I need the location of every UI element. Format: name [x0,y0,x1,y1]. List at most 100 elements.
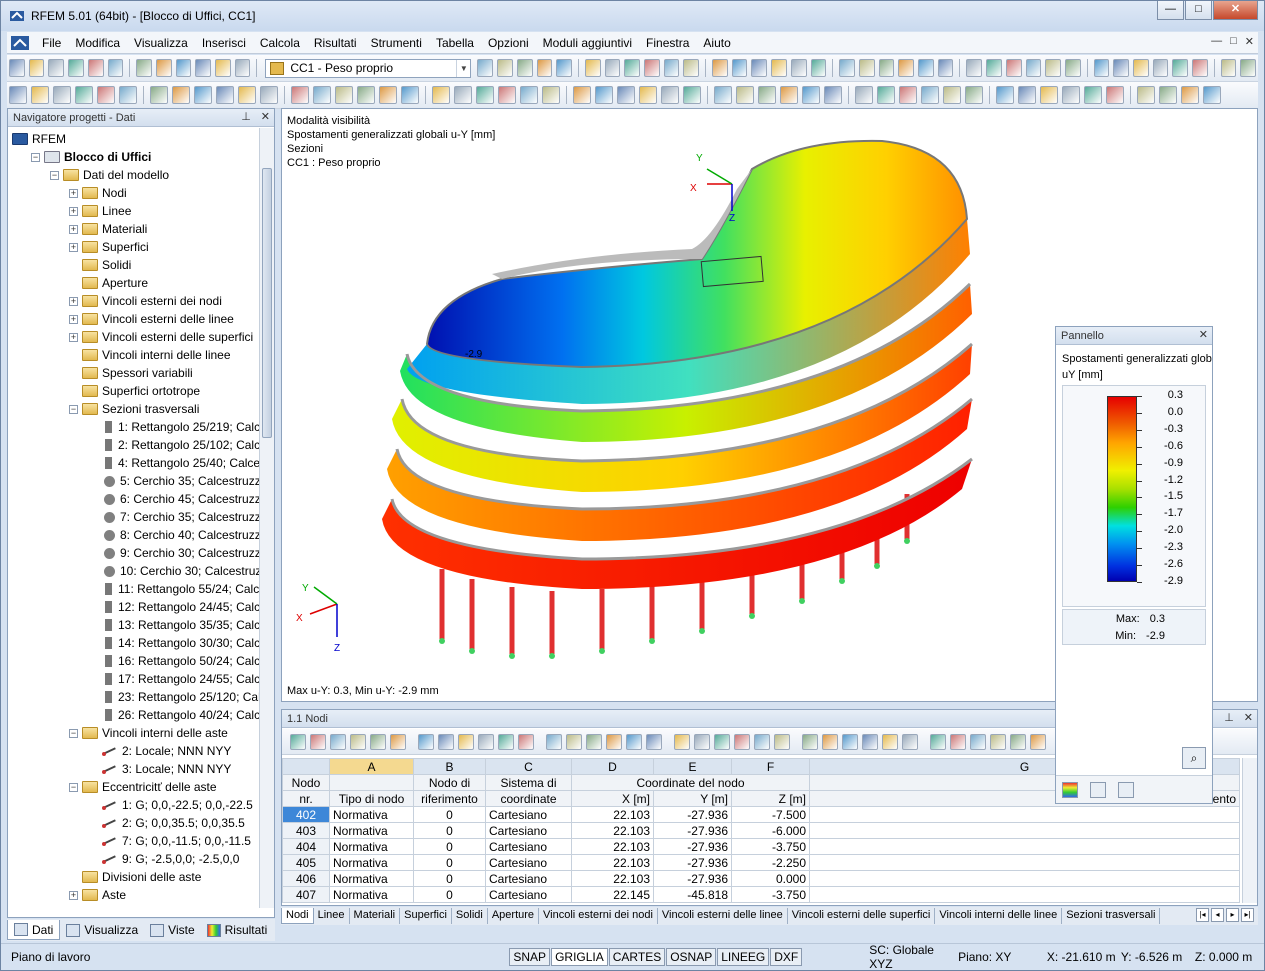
cell-comment[interactable] [809,806,1240,823]
table-tool-icon[interactable] [950,733,966,750]
tree-item[interactable]: 17: Rettangolo 24/55; Calce [88,670,260,688]
toolbar-tool-icon[interactable] [877,86,895,104]
table-tool-icon[interactable] [1030,733,1046,750]
tree-item[interactable]: Superfici ortotrope [69,382,200,400]
menu-inserisci[interactable]: Inserisci [195,36,253,50]
table-tool-icon[interactable] [822,733,838,750]
sheet-tab[interactable]: Vincoli interni delle linee [935,908,1063,924]
toolbar-tool-icon[interactable] [986,59,1002,77]
toolbar-tool-icon[interactable] [790,59,807,77]
table-tool-icon[interactable] [674,733,690,750]
row-number[interactable]: 404 [282,838,330,855]
toolbar-tool-icon[interactable] [1240,59,1257,77]
sheet-tab[interactable]: Sezioni trasversali [1062,908,1161,924]
table-row[interactable]: 403 Normativa 0 Cartesiano 22.103 -27.936 -6.0… [282,822,1240,839]
toolbar-tool-icon[interactable] [542,86,560,104]
factor-icon[interactable] [1118,781,1134,798]
expand-toggle-icon[interactable]: + [69,242,78,252]
toolbar-tool-icon[interactable] [1203,86,1221,104]
table-tool-icon[interactable] [458,733,474,750]
toolbar-tool-icon[interactable] [194,86,212,104]
toolbar-tool-icon[interactable] [498,86,516,104]
toolbar-tool-icon[interactable] [357,86,375,104]
tree-item[interactable]: 4: Rettangolo 25/40; Calces [88,454,260,472]
sheet-tab[interactable]: Solidi [452,908,488,924]
cell-z[interactable]: 0.000 [731,870,810,887]
color-scale-tab-icon[interactable] [1062,781,1078,798]
cell-y[interactable]: -45.818 [653,886,732,903]
table-tool-icon[interactable] [330,733,346,750]
toolbar-tool-icon[interactable] [335,86,353,104]
sheet-tab[interactable]: Linee [314,908,350,924]
cell-sys[interactable]: Cartesiano [485,822,572,839]
toolbar-tool-icon[interactable] [175,59,192,77]
cell-comment[interactable] [809,854,1240,871]
menu-moduli-aggiuntivi[interactable]: Moduli aggiuntivi [536,36,639,50]
toolbar-tool-icon[interactable] [1181,86,1199,104]
row-number[interactable]: 407 [282,886,330,903]
toolbar-tool-icon[interactable] [9,59,25,77]
table-row[interactable]: 405 Normativa 0 Cartesiano 22.103 -27.936 -2.2… [282,854,1240,871]
toolbar-tool-icon[interactable] [497,59,513,77]
expand-toggle-icon[interactable]: + [69,296,78,306]
table-scrollbar[interactable] [1242,758,1257,903]
toolbar-tool-icon[interactable] [604,59,621,77]
expand-toggle-icon[interactable]: + [69,890,78,900]
sheet-tab[interactable]: Vincoli esterni delle linee [658,908,788,924]
toolbar-tool-icon[interactable] [234,59,251,77]
load-case-select[interactable]: CC1 - Peso proprio ▼ [265,58,472,78]
toolbar-tool-icon[interactable] [215,59,231,77]
toolbar-tool-icon[interactable] [432,86,450,104]
toolbar-tool-icon[interactable] [855,86,873,104]
chevron-down-icon[interactable]: ▼ [456,59,470,77]
table-tool-icon[interactable] [902,733,918,750]
toolbar-tool-icon[interactable] [758,86,776,104]
cell-type[interactable]: Normativa [329,854,414,871]
tree-item[interactable]: − Eccentricitť delle aste [69,778,217,796]
table-row[interactable]: 402 Normativa 0 Cartesiano 22.103 -27.936 -7.5… [282,806,1240,823]
tree-item[interactable]: 6: Cerchio 45; Calcestruzzo [88,490,260,508]
rfem-menu-logo-icon[interactable] [11,35,29,50]
tree-item[interactable]: + Linee [69,202,131,220]
cell-z[interactable]: -3.750 [731,838,810,855]
cell-y[interactable]: -27.936 [653,838,732,855]
tree-item[interactable]: 2: G; 0,0,35.5; 0,0,35.5 [88,814,245,832]
cell-type[interactable]: Normativa [329,886,414,903]
toolbar-tool-icon[interactable] [736,86,754,104]
table-tool-icon[interactable] [882,733,898,750]
menu-calcola[interactable]: Calcola [253,36,307,50]
toolbar-tool-icon[interactable] [824,86,842,104]
tree-item[interactable]: 14: Rettangolo 30/30; Calce [88,634,260,652]
table-row[interactable]: 407 Normativa 0 Cartesiano 22.145 -45.818 -3.7… [282,886,1240,903]
toolbar-tool-icon[interactable] [965,86,983,104]
toolbar-tool-icon[interactable] [1106,86,1124,104]
cell-ref[interactable]: 0 [413,838,486,855]
panel-header[interactable]: Pannello ✕ [1056,327,1212,345]
toolbar-tool-icon[interactable] [1152,59,1169,77]
cell-x[interactable]: 22.103 [571,838,654,855]
toolbar-tool-icon[interactable] [520,86,538,104]
cell-z[interactable]: -2.250 [731,854,810,871]
tree-item[interactable]: RFEM [12,130,66,148]
tree-item[interactable]: 7: G; 0,0,-11.5; 0,0,-11.5 [88,832,251,850]
toolbar-tool-icon[interactable] [1045,59,1061,77]
cell-ref[interactable]: 0 [413,886,486,903]
expand-toggle-icon[interactable]: + [69,224,78,234]
cell-x[interactable]: 22.103 [571,854,654,871]
toolbar-tool-icon[interactable] [1137,86,1155,104]
toolbar-tool-icon[interactable] [28,59,45,77]
tree-item[interactable]: 26: Rettangolo 40/24; Calce [88,706,260,724]
tree-item[interactable]: 7: Cerchio 35; Calcestruzzo [88,508,260,526]
cell-sys[interactable]: Cartesiano [485,838,572,855]
table-tool-icon[interactable] [754,733,770,750]
table-tool-icon[interactable] [862,733,878,750]
toolbar-tool-icon[interactable] [238,86,256,104]
tree-item[interactable]: + Vincoli esterni dei nodi [69,292,222,310]
tab-viste[interactable]: Viste [144,920,200,940]
cell-comment[interactable] [809,870,1240,887]
toolbar-tool-icon[interactable] [1159,86,1177,104]
expand-toggle-icon[interactable]: + [69,188,78,198]
toolbar-tool-icon[interactable] [476,86,494,104]
expand-toggle-icon[interactable]: + [69,206,78,216]
cell-z[interactable]: -6.000 [731,822,810,839]
